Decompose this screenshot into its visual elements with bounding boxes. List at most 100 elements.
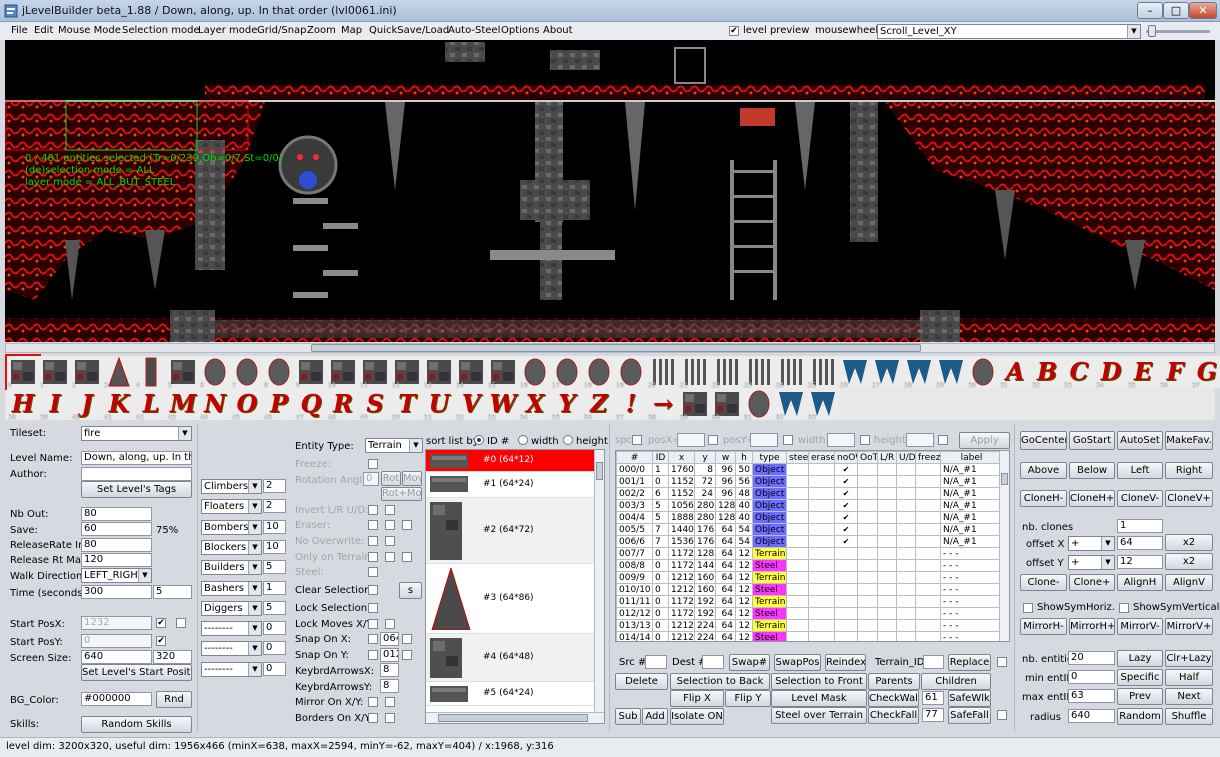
tile-round[interactable]: 16 [519, 356, 551, 389]
level-name-input[interactable]: Down, along, up. In that order [81, 451, 192, 465]
check-fall-button[interactable]: CheckFall [868, 707, 919, 724]
tile-blue[interactable]: 27 [871, 356, 903, 389]
table-cell[interactable] [808, 619, 835, 632]
menu-options[interactable]: Options [501, 25, 540, 36]
table-cell[interactable] [915, 631, 941, 641]
start-posx-checkbox[interactable]: ✔ [156, 618, 166, 628]
check-walk-input[interactable]: 61 [922, 691, 944, 705]
offset-x-input[interactable]: 64 [1117, 536, 1163, 550]
spc-checkbox[interactable] [632, 435, 642, 445]
skill-select[interactable]: Bombers ▼ [201, 519, 262, 535]
tile-rock[interactable]: 59 [679, 388, 711, 421]
apply-filter-button[interactable]: Apply [959, 432, 1010, 449]
lazy-button[interactable]: Lazy [1117, 650, 1163, 667]
table-cell[interactable] [877, 463, 897, 476]
nb-out-input[interactable]: 80 [81, 507, 152, 521]
table-cell[interactable]: ✔ [834, 511, 858, 524]
table-cell[interactable] [915, 523, 941, 536]
screen-height-input[interactable]: 320 [153, 650, 192, 664]
tile-pillar[interactable]: 4 [135, 356, 167, 389]
menu-auto-steel[interactable]: Auto-Steel [448, 25, 500, 36]
clear-selection-checkbox[interactable] [368, 585, 378, 595]
snap-x-checkbox-2[interactable] [402, 634, 412, 644]
width-filter-checkbox[interactable] [860, 435, 870, 445]
table-cell[interactable] [834, 571, 858, 584]
tile-letter[interactable]: N 44 [199, 388, 231, 421]
isolate-on-button[interactable]: Isolate ON [670, 708, 724, 725]
table-cell[interactable] [877, 475, 897, 488]
menu-file[interactable]: File [11, 25, 28, 36]
table-cell[interactable] [915, 487, 941, 500]
eraser-checkbox-3[interactable] [402, 520, 412, 530]
minimize-button[interactable]: – [1137, 2, 1163, 19]
start-posy-checkbox[interactable]: ✔ [156, 636, 166, 646]
lock-moves-y-checkbox[interactable] [385, 619, 395, 629]
skill-select[interactable]: Floaters ▼ [201, 499, 262, 515]
posx-filter-checkbox[interactable] [708, 435, 718, 445]
table-row[interactable]: 011/11 0 1172 192 64 12 Terrain - - - [616, 595, 1003, 608]
keyboard-x-input[interactable]: 8 [380, 663, 399, 677]
tile-letter[interactable]: B 32 [1031, 356, 1063, 389]
shuffle-button[interactable]: Shuffle [1165, 708, 1213, 725]
table-row[interactable]: 001/1 0 1152 72 96 56 Object ✔ N/A_#1 [616, 475, 1003, 488]
skill-select[interactable]: -------- ▼ [201, 661, 262, 677]
above-button[interactable]: Above [1020, 462, 1067, 479]
mirror-h-minus-button[interactable]: MirrorH- [1020, 618, 1067, 635]
sort-id-radio[interactable] [474, 435, 484, 445]
table-header-cell[interactable]: h [735, 451, 753, 464]
selection-to-front-button[interactable]: Selection to Front [771, 673, 867, 690]
table-cell[interactable] [915, 571, 941, 584]
random-skills-button[interactable]: Random Skills [81, 716, 192, 733]
start-posx-input[interactable]: 1232 [81, 616, 152, 630]
auto-set-button[interactable]: AutoSet [1117, 431, 1163, 450]
table-header-cell[interactable]: freeze [915, 451, 941, 464]
level-preview-checkbox[interactable]: ✔ [729, 26, 739, 36]
table-cell[interactable] [834, 559, 858, 572]
table-row[interactable]: 004/4 5 1888 280 128 40 Object ✔ N/A_#1 [616, 511, 1003, 524]
show-sym-vert-checkbox[interactable] [1119, 603, 1129, 613]
table-cell[interactable] [915, 607, 941, 620]
mirror-v-plus-button[interactable]: MirrorV+ [1165, 618, 1213, 635]
skill-count-input[interactable]: 2 [263, 479, 286, 493]
table-cell[interactable] [857, 607, 878, 620]
skill-count-input[interactable]: 0 [263, 621, 286, 636]
tile-rock[interactable]: 1 [39, 356, 71, 389]
replace-checkbox[interactable] [997, 657, 1007, 667]
tile-letter[interactable]: J 40 [71, 388, 103, 421]
go-center-button[interactable]: GoCenter [1020, 431, 1067, 450]
nb-clones-input[interactable]: 1 [1117, 519, 1163, 533]
tile-bars[interactable]: 25 [807, 356, 839, 389]
no-overwrite-checkbox[interactable] [368, 536, 378, 546]
table-cell[interactable] [896, 595, 916, 608]
zoom-slider-thumb[interactable] [1148, 25, 1156, 37]
tile-letter[interactable]: O 45 [231, 388, 263, 421]
table-cell[interactable] [896, 559, 916, 572]
table-cell[interactable] [877, 487, 897, 500]
table-cell[interactable] [808, 571, 835, 584]
table-cell[interactable] [877, 559, 897, 572]
tile-round[interactable]: 7 [231, 356, 263, 389]
rot-mov-button[interactable]: Rot+Mov [381, 487, 422, 501]
clone-v-plus-button[interactable]: CloneV+ [1165, 490, 1213, 507]
set-tags-button[interactable]: Set Level's Tags [81, 481, 192, 498]
table-cell[interactable] [877, 619, 897, 632]
menu-quicksave[interactable]: QuickSave/Load [369, 25, 449, 36]
table-header-cell[interactable]: x [668, 451, 695, 464]
skill-select[interactable]: Blockers ▼ [201, 539, 262, 555]
table-cell[interactable] [786, 535, 809, 548]
table-cell[interactable] [896, 487, 916, 500]
table-cell[interactable] [915, 511, 941, 524]
tile-rock[interactable]: 2 [71, 356, 103, 389]
menu-about[interactable]: About [543, 25, 573, 36]
table-cell[interactable] [857, 619, 878, 632]
table-header-cell[interactable]: noOW [834, 451, 858, 464]
table-header-cell[interactable]: label [940, 451, 1003, 464]
table-cell[interactable] [915, 583, 941, 596]
tile-blue[interactable]: 63 [807, 388, 839, 421]
tile-rock[interactable]: 11 [359, 356, 391, 389]
table-cell[interactable] [915, 463, 941, 476]
table-cell[interactable] [834, 595, 858, 608]
terrain-list-item[interactable]: #1 (64*24) [426, 472, 594, 498]
snap-x-checkbox[interactable] [368, 634, 378, 644]
next-button[interactable]: Next [1165, 688, 1213, 705]
